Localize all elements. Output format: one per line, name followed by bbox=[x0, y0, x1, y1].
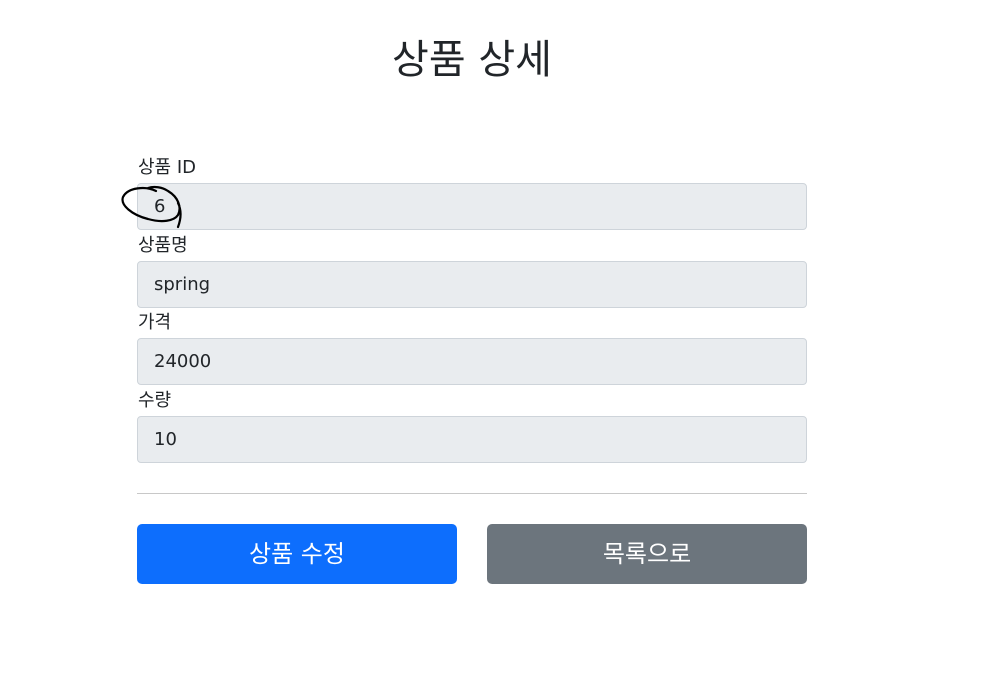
item-name-label: 상품명 bbox=[138, 234, 188, 256]
edit-item-button[interactable]: 상품 수정 bbox=[137, 524, 457, 584]
item-id-label: 상품 ID bbox=[138, 157, 197, 178]
item-detail-form: 상품 ID 상품명 가격 수량 bbox=[137, 154, 807, 464]
form-divider bbox=[137, 493, 807, 494]
item-id-input[interactable] bbox=[137, 183, 807, 230]
quantity-label: 수량 bbox=[138, 389, 172, 411]
item-detail-page: 상품 상세 상품 ID 상품명 가격 수량 상품 수정 목록으로 bbox=[0, 0, 997, 675]
field-item-id: 상품 ID bbox=[137, 154, 807, 232]
field-quantity: 수량 bbox=[137, 387, 807, 465]
price-input[interactable] bbox=[137, 338, 807, 385]
field-item-name: 상품명 bbox=[137, 232, 807, 310]
page-title: 상품 상세 bbox=[392, 37, 552, 83]
field-price: 가격 bbox=[137, 309, 807, 387]
back-to-list-button[interactable]: 목록으로 bbox=[487, 524, 807, 584]
price-label: 가격 bbox=[138, 312, 172, 333]
quantity-input[interactable] bbox=[137, 415, 807, 463]
item-name-input[interactable] bbox=[137, 260, 807, 308]
